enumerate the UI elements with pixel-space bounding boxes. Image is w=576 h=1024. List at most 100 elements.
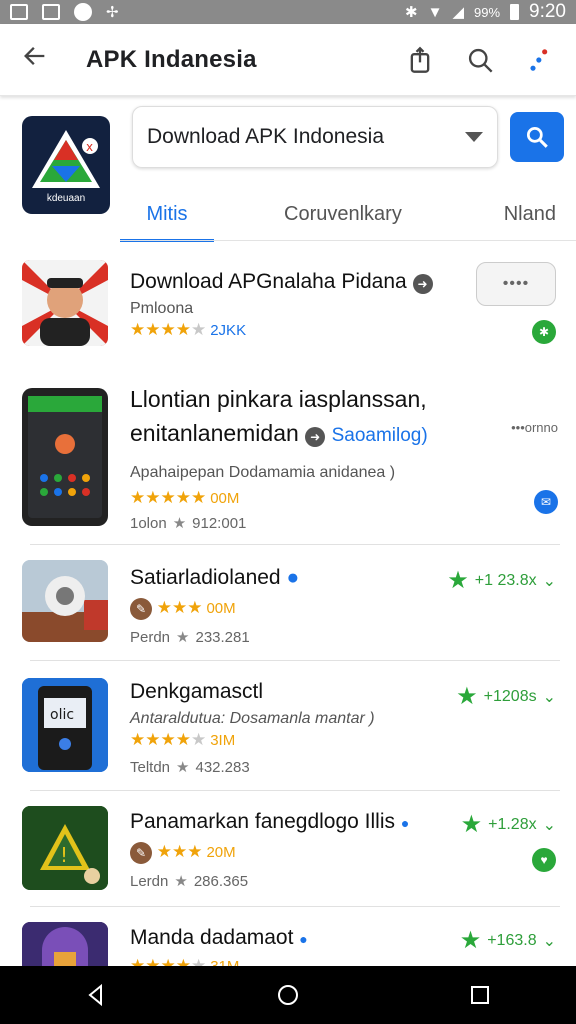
rating-count: 00M — [206, 600, 236, 617]
search-button[interactable] — [510, 112, 564, 162]
search-icon[interactable] — [466, 46, 494, 74]
app-name: Llontian pinkara iasplanssan, — [130, 386, 427, 412]
green-star-icon: ★ — [447, 567, 469, 594]
verified-icon: ➜ — [305, 427, 326, 447]
share-icon[interactable] — [406, 46, 434, 74]
app-icon — [22, 922, 108, 966]
search-text: Download APK Indonesia — [147, 125, 384, 148]
tab-coruvenlkary[interactable]: Coruvenlkary — [284, 186, 402, 242]
divider — [30, 544, 560, 545]
rating-count: 2JKK — [210, 322, 247, 339]
chevron-down-icon: ⌄ — [542, 816, 556, 834]
rating-stars: ★★★★★31M — [130, 956, 239, 966]
chevron-down-icon: ⌄ — [542, 572, 556, 590]
search-header: x kdeuaan Download APK Indonesia Mitis C… — [0, 106, 576, 242]
rating-stars: ✎ ★★★ 00M — [130, 598, 236, 620]
green-star-icon: ★ — [456, 683, 478, 710]
app-developer: Pmloona — [130, 300, 194, 317]
app-description: Apahaipepan Dodamamia anidanea ) — [130, 464, 396, 481]
rating-count: 3IM — [210, 732, 236, 749]
battery-label: 99% — [473, 4, 501, 20]
divider — [30, 906, 560, 907]
grade-badge[interactable]: ★ +1208s ⌄ — [456, 682, 556, 711]
app-name: Denkgamasctl — [130, 680, 264, 703]
app-name-line2: enitanlanemidan ➜ Saoamilog) — [130, 420, 428, 447]
star-icon: ★ — [176, 759, 190, 776]
grade-badge[interactable]: ★ +1.28x ⌄ — [461, 810, 556, 839]
verified-icon: ● — [400, 815, 410, 831]
tab-nland[interactable]: Nland — [504, 186, 556, 242]
system-nav-bar — [0, 966, 576, 1024]
gear-icon[interactable]: ✱ — [532, 320, 556, 344]
featured-app-label: kdeuaan — [46, 193, 86, 204]
search-icon — [526, 126, 548, 148]
bluetooth-icon: ✱ — [405, 4, 418, 21]
rating-stars: ★★★★★ 2JKK — [130, 320, 247, 339]
app-name: Download APGnalaha Pidana ➜ — [130, 270, 433, 294]
featured-app-icon[interactable]: x kdeuaan — [22, 116, 110, 214]
app-name: Panamarkan fanegdlogo Illis ● — [130, 810, 410, 833]
signal-icon: ◢ — [452, 4, 464, 21]
grade-badge[interactable]: ★ +163.8 ⌄ — [460, 926, 556, 955]
back-icon[interactable] — [84, 983, 108, 1007]
list-item[interactable]: ! Panamarkan fanegdlogo Illis ● ✎ ★★★ 20M… — [0, 796, 576, 906]
list-item[interactable]: Download APGnalaha Pidana ➜ Pmloona ★★★★… — [0, 244, 576, 364]
chevron-down-icon: ⌄ — [542, 688, 556, 706]
divider — [30, 790, 560, 791]
green-star-icon: ★ — [459, 927, 482, 954]
more-button[interactable]: •••• — [476, 262, 556, 306]
app-icon — [22, 260, 108, 346]
wifi-icon: ▼ — [427, 3, 443, 21]
verified-icon: ● — [286, 566, 300, 589]
app-icon — [22, 560, 108, 642]
battery-icon — [510, 4, 520, 20]
app-name: Manda dadamaot ● — [130, 926, 308, 949]
facebook-icon — [74, 3, 92, 21]
app-name: Satiarladiolaned ● — [130, 566, 300, 589]
recents-icon[interactable] — [468, 983, 492, 1007]
tab-mitis[interactable]: Mitis — [120, 186, 214, 242]
verified-icon: ● — [299, 931, 308, 947]
tabs-divider — [120, 240, 576, 241]
rating-stars: ★★★★★ 00M — [130, 488, 240, 507]
rating-count: 00M — [210, 490, 240, 507]
list-item[interactable]: Llontian pinkara iasplanssan, enitanlane… — [0, 374, 576, 540]
app-meta: Perdn ★ 233.281 — [130, 629, 250, 646]
app-description: Antaraldutua: Dosamanla mantar ) — [130, 710, 375, 727]
dropdown-caret-icon[interactable] — [465, 132, 483, 142]
star-icon: ★ — [176, 629, 190, 646]
app-meta: Lerdn ★ 286.365 — [130, 873, 249, 890]
badge-icon: ✎ — [130, 842, 152, 864]
page-title: APK Indanesia — [86, 45, 257, 73]
rating-stars: ✎ ★★★ 20M — [130, 842, 236, 864]
search-input[interactable]: Download APK Indonesia — [132, 106, 498, 168]
save-icon — [42, 4, 60, 20]
svg-text:!: ! — [60, 843, 68, 867]
badge-icon: ✎ — [130, 598, 152, 620]
app-tag: Saoamilog) — [331, 425, 428, 446]
chevron-down-icon: ⌄ — [542, 932, 556, 950]
list-item[interactable]: Manda dadamaot ● ★★★★★31M ★+163.8⌄ — [0, 912, 576, 966]
list-item[interactable]: Satiarladiolaned ● ✎ ★★★ 00M Perdn ★ 233.28… — [0, 550, 576, 660]
clock: 9:20 — [529, 1, 566, 22]
chat-icon[interactable]: ✉ — [534, 490, 558, 514]
rating-stars: ★★★★★ 3IM — [130, 730, 236, 749]
home-icon[interactable] — [276, 983, 300, 1007]
app-meta: 1olon ★ 912:001 — [130, 515, 247, 532]
star-icon: ★ — [174, 873, 188, 890]
rating-count: 31M — [210, 958, 239, 966]
star-icon: ★ — [172, 515, 187, 532]
app-icon: ! — [22, 806, 108, 890]
verified-icon: ➜ — [412, 274, 433, 294]
back-arrow-icon[interactable] — [0, 42, 70, 78]
list-item[interactable]: olic Denkgamasctl Antaraldutua: Dosamanl… — [0, 666, 576, 790]
tool-icon: ✢ — [106, 4, 119, 21]
svg-text:x: x — [86, 140, 93, 154]
divider — [30, 660, 560, 661]
overflow-menu[interactable]: •••ornno — [511, 420, 558, 435]
heart-icon[interactable]: ♥ — [532, 848, 556, 872]
grade-badge[interactable]: ★ +1 23.8x ⌄ — [447, 566, 556, 595]
app-meta: Teltdn ★ 432.283 — [130, 759, 250, 776]
green-star-icon: ★ — [460, 811, 483, 838]
more-options-icon[interactable] — [526, 46, 554, 74]
